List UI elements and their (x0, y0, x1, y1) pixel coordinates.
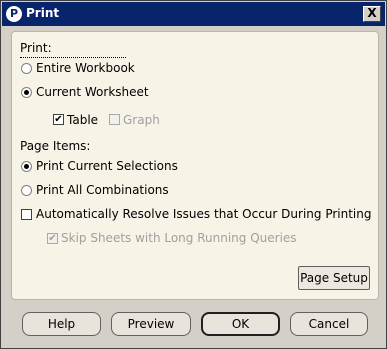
ok-button[interactable]: OK (201, 312, 280, 336)
print-current-selections-label[interactable]: Print Current Selections (36, 159, 178, 173)
close-icon[interactable]: X (363, 6, 381, 22)
preview-button[interactable]: Preview (111, 312, 191, 336)
skip-sheets-checkbox[interactable]: ✔ (47, 233, 58, 244)
graph-checkbox[interactable] (109, 114, 120, 125)
graph-label: Graph (123, 113, 160, 127)
print-section-label: Print: (20, 41, 52, 55)
page-setup-button[interactable]: Page Setup (298, 266, 370, 290)
auto-resolve-label[interactable]: Automatically Resolve Issues that Occur … (36, 207, 371, 221)
app-icon: P (6, 6, 22, 22)
print-all-combinations-radio[interactable] (21, 185, 32, 196)
options-panel: Print: Entire Workbook Current Worksheet… (11, 31, 379, 300)
current-worksheet-radio[interactable] (21, 87, 32, 98)
print-all-combinations-label[interactable]: Print All Combinations (36, 183, 169, 197)
current-worksheet-label[interactable]: Current Worksheet (36, 85, 149, 99)
print-dialog: P Print X Print: Entire Workbook Current… (0, 0, 387, 349)
page-items-label: Page Items: (20, 139, 91, 153)
auto-resolve-checkbox[interactable] (21, 209, 32, 220)
section-divider (20, 57, 126, 58)
entire-workbook-radio[interactable] (21, 63, 32, 74)
table-checkbox[interactable]: ✔ (53, 114, 64, 125)
dialog-title: Print (26, 6, 60, 20)
entire-workbook-label[interactable]: Entire Workbook (36, 61, 135, 75)
skip-sheets-label: Skip Sheets with Long Running Queries (61, 231, 297, 245)
help-button[interactable]: Help (22, 312, 101, 336)
table-label[interactable]: Table (67, 113, 98, 127)
title-bar[interactable]: P Print X (2, 2, 385, 26)
print-current-selections-radio[interactable] (21, 161, 32, 172)
cancel-button[interactable]: Cancel (290, 312, 368, 336)
